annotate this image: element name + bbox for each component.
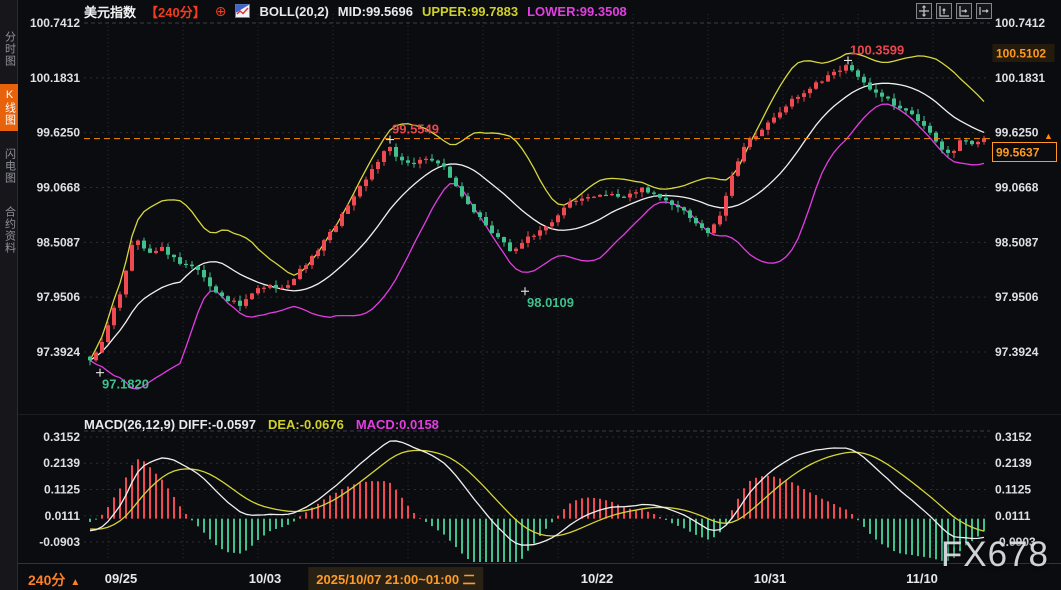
latest-price-marker-icon[interactable]: ▲ [1044,131,1053,141]
date-axis-label: 11/10 [906,571,938,586]
interval-arrow-icon: ▲ [70,577,80,588]
svg-text:99.5549: 99.5549 [392,122,439,137]
boll-lower-value: LOWER:99.3508 [527,4,627,19]
axis-badges: 100.5102 99.5637 ▲ [993,44,1057,162]
svg-text:98.5087: 98.5087 [37,235,81,249]
svg-text:-0.0903: -0.0903 [39,535,80,549]
sidebar-tab-3[interactable]: 闪电图 [0,143,18,189]
chart-type-sidebar: 分时图 K线图闪电图合约资料 [0,0,18,590]
zoom-horizontal-icon[interactable] [956,3,972,19]
sidebar-tab-1[interactable]: 分时图 [0,26,18,72]
svg-text:0.2139: 0.2139 [43,456,80,470]
svg-text:97.3924: 97.3924 [37,345,81,359]
svg-text:97.9506: 97.9506 [995,290,1039,304]
svg-text:98.0109: 98.0109 [527,295,574,310]
macd-diff-line [90,441,984,545]
grid-lines [18,14,1061,561]
macd-header: MACD(26,12,9) DIFF:-0.0597 DEA:-0.0676 M… [84,417,439,432]
sidebar-tab-4[interactable]: 合约资料 [0,201,18,259]
svg-text:100.1831: 100.1831 [995,71,1045,85]
sidebar-tab-2[interactable]: K线图 [0,84,18,131]
interval-tag[interactable]: 【240分】 [145,2,206,21]
svg-text:99.0668: 99.0668 [995,180,1039,194]
svg-text:0.1125: 0.1125 [995,483,1031,497]
svg-text:100.7412: 100.7412 [30,16,80,30]
svg-text:99.6250: 99.6250 [995,126,1039,140]
svg-text:100.5102: 100.5102 [996,47,1046,61]
interval-label: 240分 [28,572,65,588]
svg-text:0.0111: 0.0111 [45,509,81,523]
watermark: FX678 [941,535,1049,575]
macd-hist-label: MACD:0.0158 [356,417,439,432]
date-axis-label: 10/31 [754,571,787,586]
symbol-title: 美元指数 [84,2,136,21]
interval-selector[interactable]: 240分 ▲ [28,570,80,590]
zoom-vertical-icon[interactable] [936,3,952,19]
svg-text:0.0111: 0.0111 [995,509,1031,523]
date-axis-label: 10/03 [249,571,282,586]
boll-mid-value: MID:99.5696 [338,4,413,19]
add-indicator-icon[interactable]: ⊕ [215,3,227,20]
chart-header: 美元指数 【240分】 ⊕ BOLL(20,2) MID:99.5696 UPP… [84,2,627,20]
candlestick-chart-canvas[interactable]: 99.5549 100.3599 98.0109 97.1820 100.7412 100… [18,0,1061,563]
time-axis-bar: 240分 ▲ 09/25 10/03 2025/10/07 21:00~01:00 二… [18,563,1061,590]
macd-diff-label: MACD(26,12,9) DIFF:-0.0597 [84,417,256,432]
boll-upper-value: UPPER:99.7883 [422,4,518,19]
candles-layer [88,62,986,366]
svg-text:100.3599: 100.3599 [850,42,904,57]
svg-text:0.2139: 0.2139 [995,456,1032,470]
svg-text:99.0668: 99.0668 [37,180,81,194]
svg-text:0.3152: 0.3152 [43,430,80,444]
chart-toolbar [916,3,992,19]
date-axis-label: 10/22 [581,571,614,586]
svg-text:97.1820: 97.1820 [102,377,149,392]
svg-text:99.5637: 99.5637 [996,146,1040,160]
svg-text:97.9506: 97.9506 [37,290,81,304]
svg-text:100.1831: 100.1831 [30,71,80,85]
macd-dea-label: DEA:-0.0676 [268,417,344,432]
svg-text:97.3924: 97.3924 [995,345,1039,359]
boll-params-label: BOLL(20,2) [259,4,328,19]
pan-right-icon[interactable] [976,3,992,19]
svg-text:0.3152: 0.3152 [995,430,1032,444]
trading-app-window: 分时图 K线图闪电图合约资料 99.5549 100.3599 98.0109 97.1… [0,0,1061,590]
svg-text:100.7412: 100.7412 [995,16,1045,30]
date-axis-label: 09/25 [105,571,138,586]
hovered-bar-timestamp: 2025/10/07 21:00~01:00 二 [308,567,483,590]
svg-text:99.6250: 99.6250 [37,126,81,140]
indicator-chart-icon [235,4,250,18]
macd-pane [89,441,985,563]
chart-main-area: 99.5549 100.3599 98.0109 97.1820 100.7412 100… [18,0,1061,590]
bollinger-bands [90,53,984,389]
macd-dea-line [90,450,984,536]
svg-text:98.5087: 98.5087 [995,235,1039,249]
crosshair-move-icon[interactable] [916,3,932,19]
svg-text:0.1125: 0.1125 [44,483,80,497]
